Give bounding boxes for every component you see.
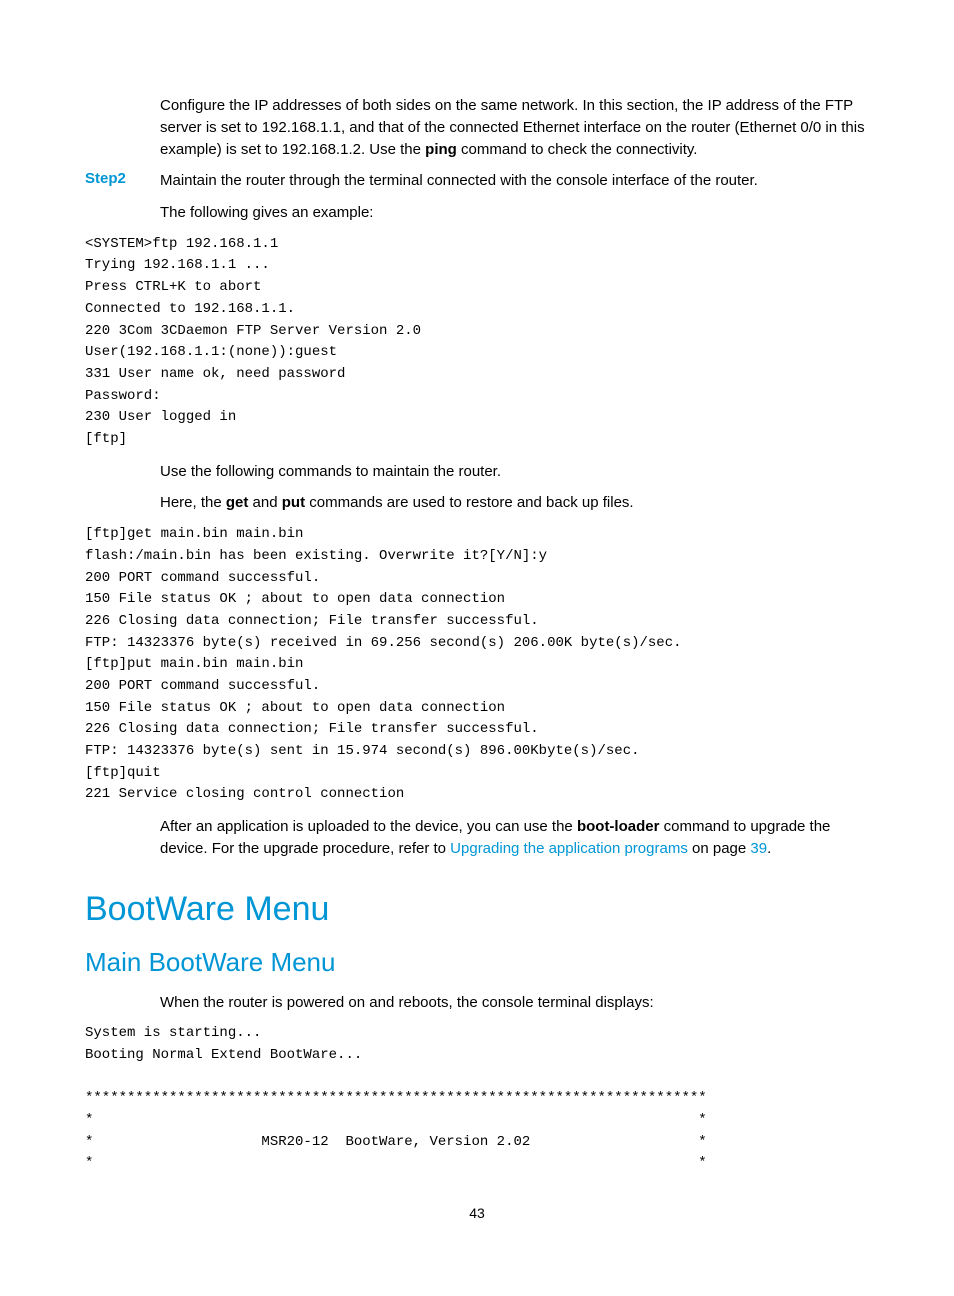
text: command to check the connectivity. [457, 141, 698, 158]
paragraph-getput: Here, the get and put commands are used … [160, 492, 869, 514]
bold-get: get [226, 494, 249, 511]
paragraph-intro: Configure the IP addresses of both sides… [160, 95, 869, 160]
step2-row: Step2 Maintain the router through the te… [85, 170, 869, 192]
paragraph-maintain: Use the following commands to maintain t… [160, 461, 869, 483]
heading-main-bootware-menu: Main BootWare Menu [85, 947, 869, 978]
paragraph-example-intro: The following gives an example: [160, 202, 869, 224]
text: After an application is uploaded to the … [160, 818, 577, 835]
step2-text: Maintain the router through the terminal… [160, 170, 869, 192]
text: on page [688, 840, 751, 857]
text: commands are used to restore and back up… [305, 494, 634, 511]
code-block-boot: System is starting... Booting Normal Ext… [85, 1023, 869, 1175]
code-block-ftp-transfer: [ftp]get main.bin main.bin flash:/main.b… [85, 524, 869, 806]
bold-ping: ping [425, 141, 457, 158]
paragraph-reboot: When the router is powered on and reboot… [160, 992, 869, 1014]
link-page-39[interactable]: 39 [750, 840, 767, 857]
bold-put: put [282, 494, 305, 511]
heading-bootware-menu: BootWare Menu [85, 890, 869, 929]
page-number: 43 [85, 1205, 869, 1221]
text: and [248, 494, 281, 511]
code-block-ftp-login: <SYSTEM>ftp 192.168.1.1 Trying 192.168.1… [85, 234, 869, 451]
text: . [767, 840, 771, 857]
bold-bootloader: boot-loader [577, 818, 660, 835]
paragraph-bootloader: After an application is uploaded to the … [160, 816, 869, 860]
step2-label: Step2 [85, 170, 160, 187]
text: Here, the [160, 494, 226, 511]
link-upgrading-programs[interactable]: Upgrading the application programs [450, 840, 688, 857]
